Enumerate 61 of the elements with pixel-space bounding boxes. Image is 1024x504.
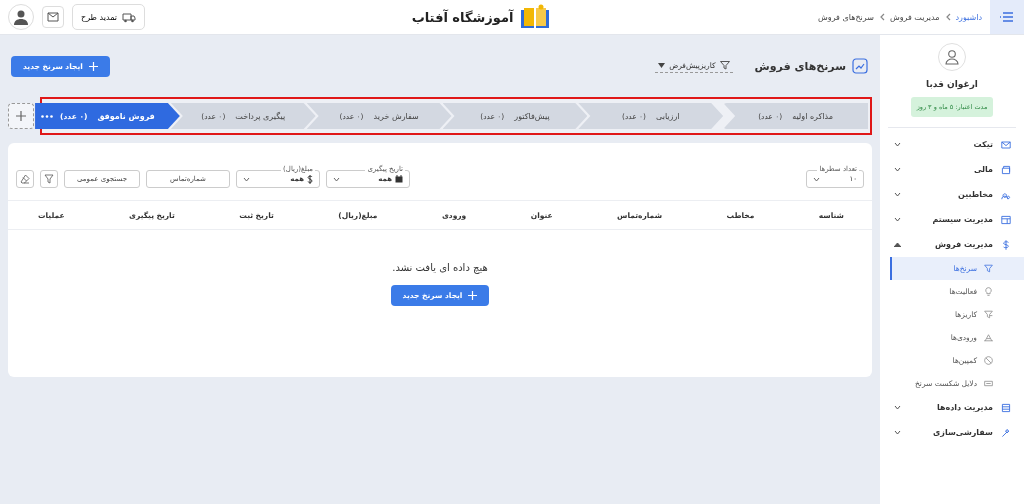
sidebar-item[interactable]: تیکت (880, 132, 1024, 157)
breadcrumb-separator-icon (878, 13, 885, 21)
add-stage-button[interactable] (8, 103, 34, 129)
calendar-icon (395, 175, 403, 183)
breadcrumb-separator-icon (944, 13, 951, 21)
menu-button[interactable] (990, 0, 1024, 34)
breadcrumb-link[interactable]: سرنخ‌های فروش (818, 12, 874, 22)
chevron-down-icon (894, 167, 901, 172)
plus-icon (88, 61, 98, 71)
caret-icon (658, 63, 666, 68)
submenu-icon (983, 309, 994, 320)
chevron-down-icon (243, 176, 250, 182)
submenu-icon (983, 378, 994, 389)
chart-icon (852, 58, 868, 74)
chevron-down-icon (894, 405, 901, 410)
chevron-down-icon (813, 176, 820, 182)
book-logo-icon (519, 4, 552, 30)
menu-item-icon (1000, 138, 1012, 151)
sidebar-item[interactable]: مالی (880, 157, 1024, 182)
user-icon (13, 9, 29, 25)
filter-icon (44, 174, 54, 184)
clear-button[interactable] (16, 170, 34, 188)
dollar-icon (307, 174, 313, 184)
sidebar-item[interactable]: سفارشی‌سازی (880, 420, 1024, 445)
page-title: سرنخ‌های فروش (754, 59, 846, 73)
breadcrumb-link[interactable]: داشبورد (955, 12, 982, 22)
menu-item-icon (1000, 426, 1012, 439)
plus-icon (16, 111, 26, 121)
brand-name: آموزشگاه آفتاب (411, 9, 514, 25)
menu-icon (1000, 11, 1014, 23)
renew-plan-button[interactable]: تمدید طرح (72, 4, 145, 30)
menu-item-icon (1000, 401, 1012, 414)
mail-button[interactable] (42, 6, 64, 28)
filter-button[interactable] (40, 170, 58, 188)
sidebar-item[interactable]: مدیریت سیستم (880, 207, 1024, 232)
empty-message: هیچ داده ای یافت نشد. (392, 262, 488, 273)
avatar-button[interactable] (8, 4, 34, 30)
submenu-icon (983, 263, 994, 274)
chevron-down-icon (894, 142, 901, 147)
chevron-down-icon (333, 176, 340, 182)
breadcrumb-link[interactable]: مدیریت فروش (889, 12, 940, 22)
plus-icon (468, 291, 478, 300)
chevron-up-icon (894, 242, 901, 247)
funnel-icon (719, 61, 730, 70)
sidebar-item[interactable]: مخاطبین (880, 182, 1024, 207)
menu-item-icon (1000, 213, 1012, 226)
menu-item-icon (1000, 163, 1012, 176)
more-icon[interactable] (41, 115, 54, 118)
submenu-icon (983, 332, 994, 343)
truck-icon (122, 11, 136, 23)
sidebar-item[interactable]: مدیریت داده‌ها (880, 395, 1024, 420)
chevron-down-icon (894, 217, 901, 222)
eraser-icon (20, 174, 30, 184)
chevron-down-icon (894, 192, 901, 197)
submenu-icon (983, 286, 994, 297)
sidebar-item[interactable]: مدیریت فروش (880, 232, 1024, 257)
user-name: ارغوان قدبا (926, 79, 978, 89)
mail-icon (47, 12, 59, 22)
submenu-icon (983, 355, 994, 366)
chevron-down-icon (894, 430, 901, 435)
menu-item-icon (1000, 238, 1012, 251)
